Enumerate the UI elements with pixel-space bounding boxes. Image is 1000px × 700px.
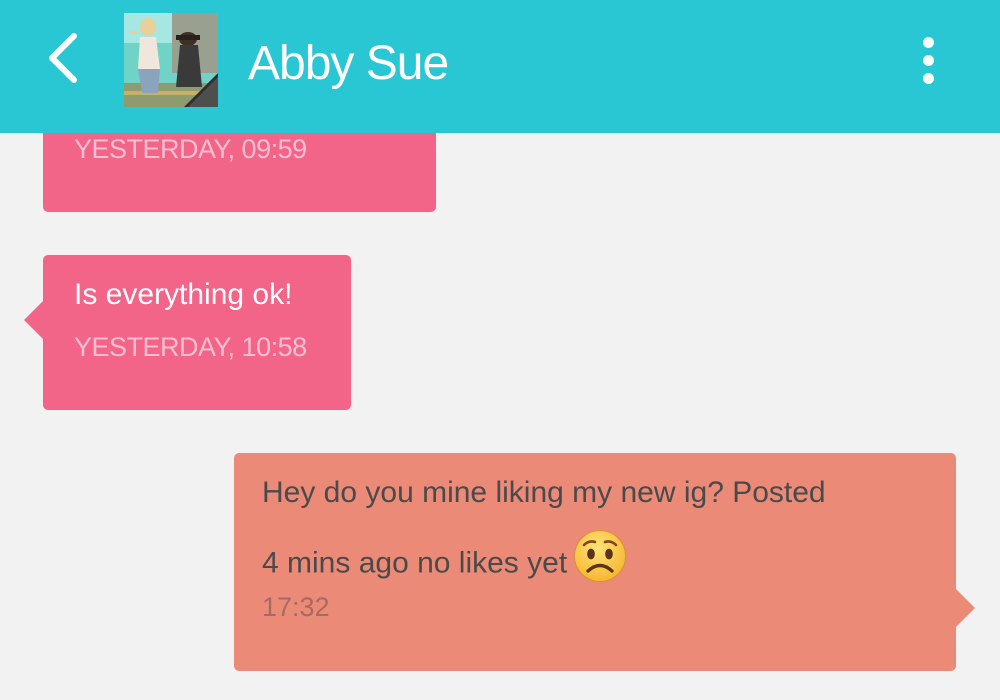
back-button[interactable] [34,28,90,92]
app-bar: Abby Sue [0,0,1000,133]
message-timestamp: YESTERDAY, 10:58 [74,332,307,362]
message-bubble-outgoing[interactable]: Hey do you mine liking my new ig? Posted… [234,453,975,671]
message-bubble-incoming[interactable]: Is everything ok! YESTERDAY, 10:58 [24,255,351,410]
bubble-tail [24,301,43,339]
more-vert-icon [922,36,934,48]
contact-name[interactable]: Abby Sue [248,36,449,92]
bubble-tail [956,589,975,627]
more-vert-icon-dot [922,54,934,66]
chevron-left-icon [42,30,82,91]
more-vert-icon-dot [922,72,934,84]
message-text: Is everything ok! [74,278,293,311]
message-text-line-1: Hey do you mine liking my new ig? Posted [262,476,826,509]
message-text-line-2-content: 4 mins ago no likes yet [262,546,568,580]
message-timestamp: YESTERDAY, 09:59 [74,134,307,164]
more-options-button[interactable] [904,28,952,92]
worried-face-emoji-icon [573,529,627,592]
message-timestamp: 17:32 [262,592,330,622]
contact-avatar[interactable] [124,13,218,107]
message-text-line-2: 4 mins ago no likes yet [262,530,627,592]
chat-screen: YESTERDAY, 09:59 Is everything ok! YESTE… [0,0,1000,700]
